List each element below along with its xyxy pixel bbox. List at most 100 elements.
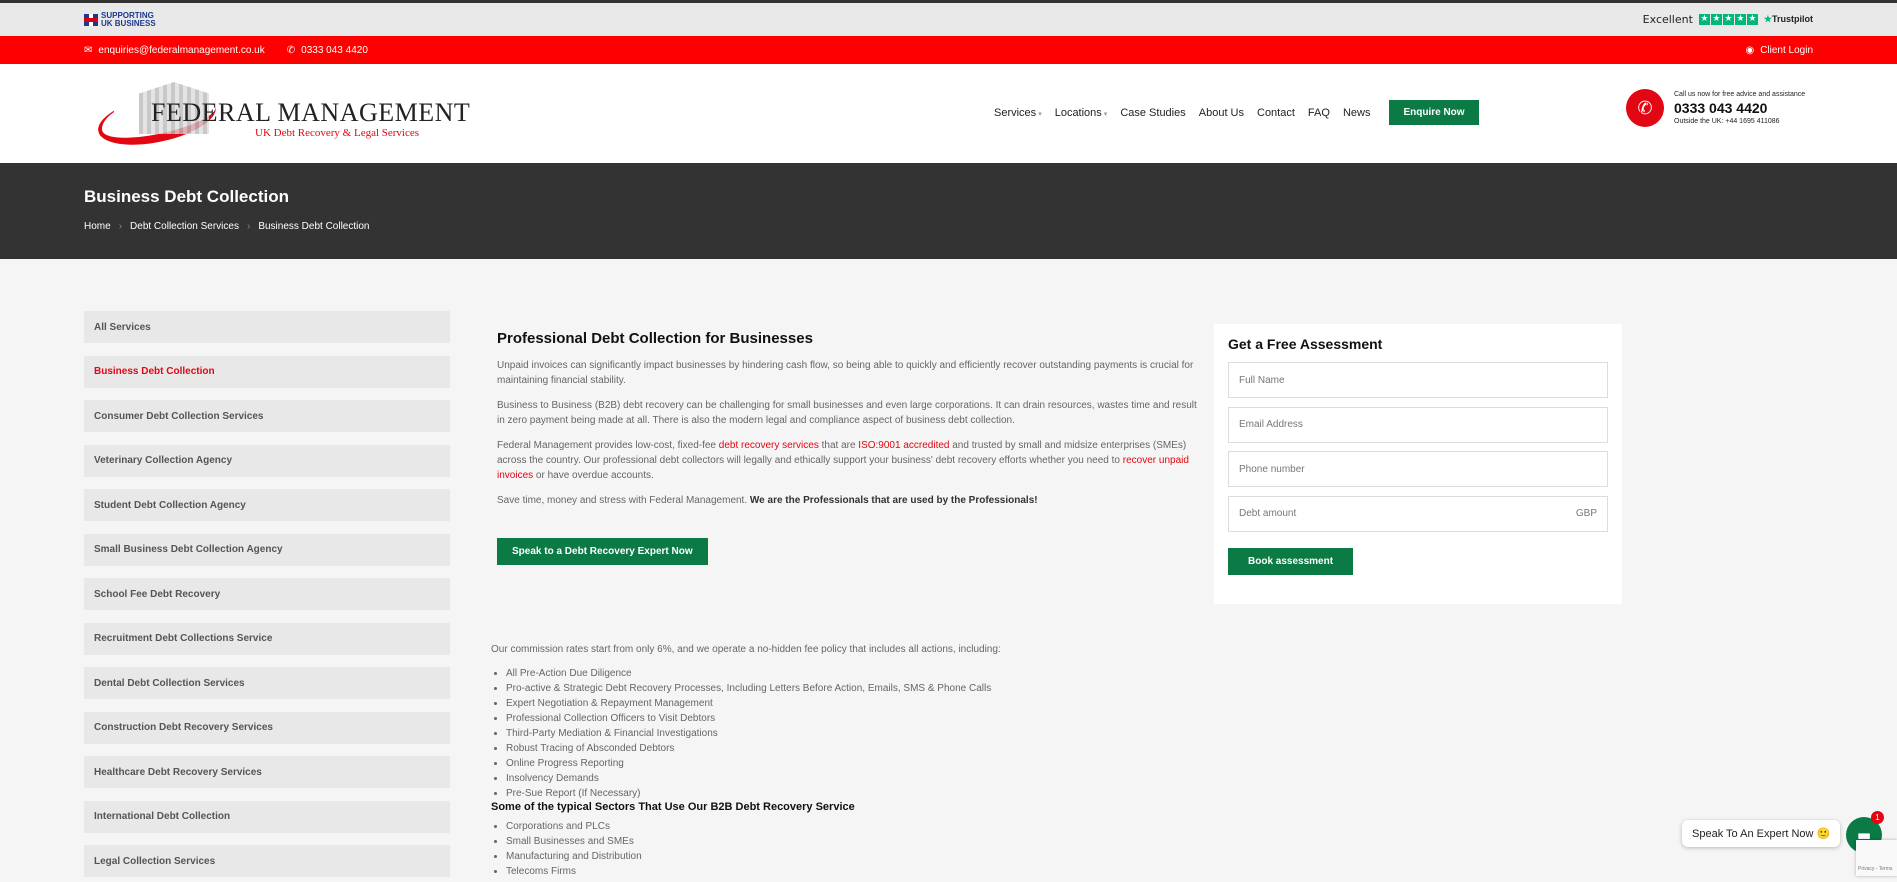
list-item: Small Businesses and SMEs xyxy=(506,834,1251,849)
sidebar-item-veterinary-collection[interactable]: Veterinary Collection Agency xyxy=(84,444,450,477)
star-icon: ★ xyxy=(1734,14,1746,25)
list-item: Manufacturing and Distribution xyxy=(506,849,1251,864)
outside-uk-number: Outside the UK: +44 1695 411086 xyxy=(1674,118,1780,125)
trustpilot-logo: ★Trustpilot xyxy=(1763,14,1813,24)
sectors-list: Corporations and PLCs Small Businesses a… xyxy=(491,819,1251,879)
uk-flag-icon xyxy=(84,13,98,26)
star-icon: ★ xyxy=(1746,14,1758,25)
nav-item-services[interactable]: Services ▾ xyxy=(994,107,1042,119)
client-login-link[interactable]: ◉ Client Login xyxy=(1745,45,1813,56)
book-assessment-button[interactable]: Book assessment xyxy=(1228,548,1354,575)
b2b-paragraph: Business to Business (B2B) debt recovery… xyxy=(497,400,1197,426)
list-item: Telecoms Firms xyxy=(506,864,1251,879)
trustpilot-star-icon: ★ xyxy=(1763,14,1772,24)
list-item: Expert Negotiation & Repayment Managemen… xyxy=(506,696,1251,711)
save-time-paragraph: Save time, money and stress with Federal… xyxy=(497,495,1038,506)
speak-to-expert-button[interactable]: Speak to a Debt Recovery Expert Now xyxy=(497,538,708,565)
currency-label: GBP xyxy=(1575,508,1597,519)
commission-intro: Our commission rates start from only 6%,… xyxy=(491,644,1001,655)
client-login-text: Client Login xyxy=(1760,44,1813,56)
list-item: Professional Collection Officers to Visi… xyxy=(506,711,1251,726)
call-number: 0333 043 4420 xyxy=(1674,100,1768,116)
star-icon: ★ xyxy=(1722,14,1734,25)
list-item: Pro-active & Strategic Debt Recovery Pro… xyxy=(506,681,1251,696)
full-name-field[interactable]: Full Name xyxy=(1228,362,1608,398)
list-item: Pre-Sue Report (If Necessary) xyxy=(506,786,1251,801)
nav-item-case-studies[interactable]: Case Studies xyxy=(1120,107,1185,119)
list-item: All Pre-Action Due Diligence xyxy=(506,666,1251,681)
nav-item-contact[interactable]: Contact xyxy=(1257,107,1295,119)
debt-amount-field[interactable]: Debt amount GBP xyxy=(1228,495,1608,532)
actions-list: All Pre-Action Due Diligence Pro-active … xyxy=(491,666,1251,801)
email-link[interactable]: ✉ enquiries@federalmanagement.co.uk xyxy=(84,45,265,56)
chat-notification-badge: 1 xyxy=(1871,811,1884,824)
iso-accredited-link[interactable]: ISO:9001 accredited xyxy=(858,440,949,451)
star-icon: ★ xyxy=(1698,14,1710,25)
nav-item-news[interactable]: News xyxy=(1343,107,1371,119)
breadcrumb-separator-icon: › xyxy=(118,221,123,232)
star-icon: ★ xyxy=(1710,14,1722,25)
phone-icon: ✆ xyxy=(286,44,296,56)
commission-section: Our commission rates start from only 6%,… xyxy=(491,644,1251,879)
sidebar-item-healthcare-debt-recovery[interactable]: Healthcare Debt Recovery Services xyxy=(84,756,450,788)
page-title: Business Debt Collection xyxy=(84,187,289,206)
phone-link[interactable]: ✆ 0333 043 4420 xyxy=(287,45,368,56)
breadcrumb-debt-collection-services[interactable]: Debt Collection Services xyxy=(130,221,239,232)
breadcrumb-current: Business Debt Collection xyxy=(258,221,370,232)
logo-name: FEDERAL MANAGEMENT xyxy=(151,98,471,127)
sidebar-item-legal-collection[interactable]: Legal Collection Services xyxy=(84,845,450,877)
breadcrumb-home[interactable]: Home xyxy=(84,221,111,232)
sidebar-item-small-business-debt-collection[interactable]: Small Business Debt Collection Agency xyxy=(84,533,450,566)
site-logo[interactable]: FEDERAL MANAGEMENT UK Debt Recovery & Le… xyxy=(93,76,470,154)
supporting-uk-business-badge: SUPPORTING UK BUSINESS xyxy=(84,10,161,28)
phone-field[interactable]: Phone number xyxy=(1228,451,1608,487)
chat-prompt-text: Speak To An Expert Now 🙂 xyxy=(1682,820,1841,847)
trustpilot-stars: ★ ★ ★ ★ ★ xyxy=(1698,14,1758,25)
utility-bar: SUPPORTING UK BUSINESS Excellent ★ ★ ★ ★… xyxy=(0,3,1897,36)
sidebar-item-recruitment-debt-collections[interactable]: Recruitment Debt Collections Service xyxy=(84,622,450,655)
logo-tagline: UK Debt Recovery & Legal Services xyxy=(255,127,420,139)
phone-text: 0333 043 4420 xyxy=(301,44,368,56)
site-header: FEDERAL MANAGEMENT UK Debt Recovery & Le… xyxy=(0,64,1897,163)
envelope-icon: ✉ xyxy=(84,44,93,56)
main-content: Professional Debt Collection for Busines… xyxy=(497,330,1197,565)
supporting-text: SUPPORTING UK BUSINESS xyxy=(101,10,156,28)
intro-paragraph: Unpaid invoices can significantly impact… xyxy=(497,360,1194,386)
sidebar-item-construction-debt-recovery[interactable]: Construction Debt Recovery Services xyxy=(84,711,450,744)
sidebar-item-business-debt-collection[interactable]: Business Debt Collection xyxy=(84,355,450,388)
form-title: Get a Free Assessment xyxy=(1228,336,1383,352)
trustpilot-rating-text: Excellent xyxy=(1642,13,1693,26)
debt-recovery-services-link[interactable]: debt recovery services xyxy=(719,440,819,451)
sidebar-item-dental-debt-collection[interactable]: Dental Debt Collection Services xyxy=(84,667,450,699)
nav-item-about-us[interactable]: About Us xyxy=(1199,107,1244,119)
list-item: Robust Tracing of Absconded Debtors xyxy=(506,741,1251,756)
sectors-heading: Some of the typical Sectors That Use Our… xyxy=(491,801,855,813)
recaptcha-badge[interactable]: Privacy - Terms xyxy=(1856,840,1897,876)
list-item: Online Progress Reporting xyxy=(506,756,1251,771)
contact-bar: ✉ enquiries@federalmanagement.co.uk ✆ 03… xyxy=(0,36,1897,64)
chat-prompt[interactable]: Speak To An Expert Now 🙂 xyxy=(1682,820,1841,847)
chevron-down-icon: ▾ xyxy=(1103,110,1108,118)
sidebar-item-consumer-debt-collection[interactable]: Consumer Debt Collection Services xyxy=(84,400,450,432)
list-item: Corporations and PLCs xyxy=(506,819,1251,834)
assessment-form: Get a Free Assessment Full Name Email Ad… xyxy=(1214,324,1622,604)
sidebar-item-all-services[interactable]: All Services xyxy=(84,311,450,343)
call-box[interactable]: ✆ Call us now for free advice and assist… xyxy=(1626,89,1805,127)
enquire-now-button[interactable]: Enquire Now xyxy=(1389,100,1479,125)
services-paragraph: Federal Management provides low-cost, fi… xyxy=(497,440,1189,481)
breadcrumb: Home › Debt Collection Services › Busine… xyxy=(84,221,1813,232)
list-item: Insolvency Demands xyxy=(506,771,1251,786)
nav-item-locations[interactable]: Locations ▾ xyxy=(1055,107,1108,119)
nav-item-faq[interactable]: FAQ xyxy=(1308,107,1330,119)
chevron-down-icon: ▾ xyxy=(1038,110,1042,118)
sidebar-item-school-fee-debt-recovery[interactable]: School Fee Debt Recovery xyxy=(84,578,450,610)
sidebar-item-international-debt-collection[interactable]: International Debt Collection xyxy=(84,800,450,833)
trustpilot-widget[interactable]: Excellent ★ ★ ★ ★ ★ ★Trustpilot xyxy=(1643,13,1813,26)
main-nav: Services ▾ Locations ▾ Case Studies About … xyxy=(994,100,1479,125)
phone-icon: ✆ xyxy=(1626,89,1664,127)
call-advice-text: Call us now for free advice and assistan… xyxy=(1674,91,1806,98)
section-heading: Professional Debt Collection for Busines… xyxy=(497,330,813,347)
page-hero: Business Debt Collection Home › Debt Col… xyxy=(0,163,1897,259)
sidebar-item-student-debt-collection[interactable]: Student Debt Collection Agency xyxy=(84,489,450,521)
email-field[interactable]: Email Address xyxy=(1228,406,1608,443)
